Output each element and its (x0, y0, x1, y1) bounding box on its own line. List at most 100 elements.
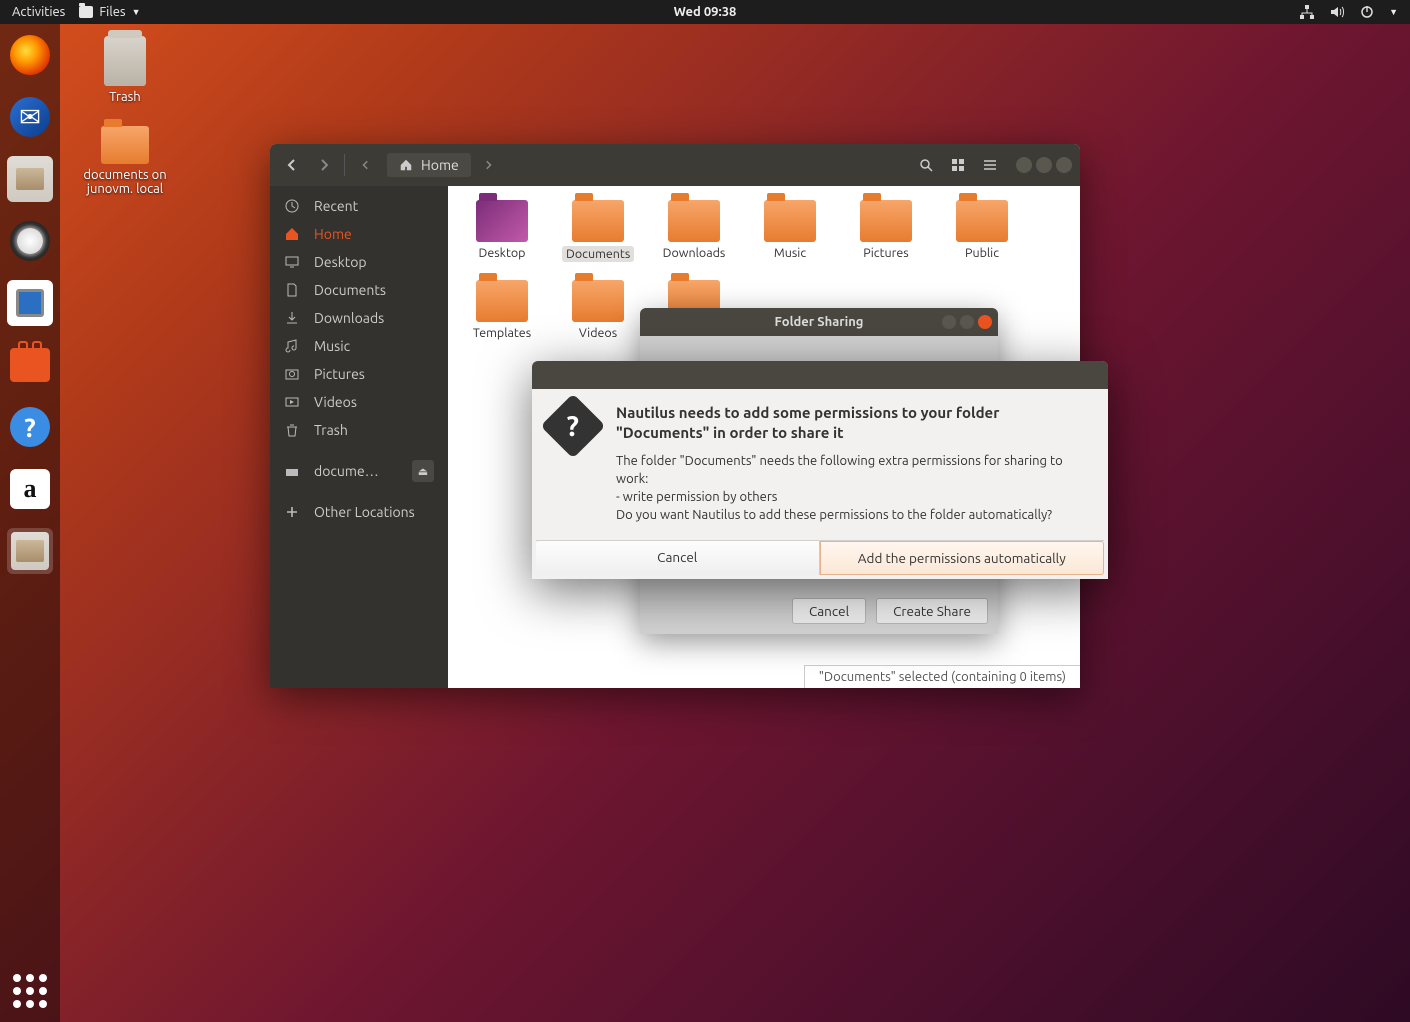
window-maximize-button[interactable] (960, 315, 974, 329)
path-bar-root-button[interactable] (351, 151, 379, 179)
power-icon[interactable] (1359, 4, 1375, 20)
firefox-launcher[interactable] (7, 32, 53, 78)
sidebar-item-other-locations[interactable]: Other Locations (270, 498, 448, 526)
rhythmbox-launcher[interactable] (7, 218, 53, 264)
libreoffice-writer-launcher[interactable] (7, 280, 53, 326)
sidebar-item-desktop[interactable]: Desktop (270, 248, 448, 276)
sidebar-item-videos[interactable]: Videos (270, 388, 448, 416)
folder-icon (956, 200, 1008, 242)
permissions-dialog-heading: Nautilus needs to add some permissions t… (616, 403, 1090, 444)
document-icon (16, 289, 44, 317)
folder-icon (79, 6, 93, 18)
search-button[interactable] (912, 151, 940, 179)
hamburger-menu-button[interactable] (976, 151, 1004, 179)
sidebar-item-documents[interactable]: Documents (270, 276, 448, 304)
help-launcher[interactable]: ? (7, 404, 53, 450)
folder-desktop[interactable]: Desktop (466, 200, 538, 262)
breadcrumb-label: Home (421, 157, 459, 173)
separator (344, 154, 345, 176)
window-maximize-button[interactable] (1036, 157, 1052, 173)
chevron-down-icon: ▼ (132, 7, 141, 17)
folder-icon (572, 280, 624, 322)
sidebar-item-downloads[interactable]: Downloads (270, 304, 448, 332)
add-permissions-button[interactable]: Add the permissions automatically (820, 541, 1105, 575)
permissions-dialog-body: The folder "Documents" needs the followi… (616, 452, 1090, 525)
shared-folder-icon (101, 126, 149, 164)
sidebar-item-label: Recent (314, 198, 358, 214)
folder-sharing-title: Folder Sharing (775, 315, 864, 329)
sidebar-item-network-mount[interactable]: docume… ⏏ (270, 454, 448, 488)
desktop-trash-label: Trash (80, 90, 170, 104)
eject-icon[interactable]: ⏏ (412, 460, 434, 482)
folder-icon (764, 200, 816, 242)
folder-documents[interactable]: Documents (562, 200, 634, 262)
amazon-launcher[interactable]: a (7, 466, 53, 512)
window-minimize-button[interactable] (1016, 157, 1032, 173)
window-close-button[interactable] (978, 315, 992, 329)
top-panel: Activities Files ▼ Wed 09:38 ▼ (0, 0, 1410, 24)
desktop-network-share[interactable]: documents on junovm. local (80, 126, 170, 196)
window-close-button[interactable] (1056, 157, 1072, 173)
folder-videos[interactable]: Videos (562, 280, 634, 340)
folder-public[interactable]: Public (946, 200, 1018, 262)
activities-button[interactable]: Activities (12, 5, 65, 19)
permissions-dialog: ? Nautilus needs to add some permissions… (532, 361, 1108, 579)
folder-label: Videos (562, 326, 634, 340)
files-launcher[interactable] (7, 156, 53, 202)
files-window-launcher[interactable] (7, 528, 53, 574)
system-menu-chevron-icon[interactable]: ▼ (1389, 7, 1398, 17)
folder-music[interactable]: Music (754, 200, 826, 262)
sidebar-item-trash[interactable]: Trash (270, 416, 448, 444)
desktop-network-share-label: documents on junovm. local (80, 168, 170, 196)
show-applications-button[interactable] (13, 974, 47, 1008)
thunderbird-launcher[interactable]: ✉ (7, 94, 53, 140)
sidebar-item-pictures[interactable]: Pictures (270, 360, 448, 388)
disc-icon (10, 221, 50, 261)
folder-icon (572, 200, 624, 242)
sidebar-item-home[interactable]: Home (270, 220, 448, 248)
folder-icon (860, 200, 912, 242)
sidebar-item-label: docume… (314, 463, 379, 479)
sidebar-item-music[interactable]: Music (270, 332, 448, 360)
files-headerbar: Home (270, 144, 1080, 186)
sidebar-item-label: Pictures (314, 366, 365, 382)
breadcrumb-home[interactable]: Home (387, 153, 471, 177)
create-share-button[interactable]: Create Share (876, 598, 988, 624)
sidebar-item-label: Home (314, 226, 352, 242)
nav-forward-button[interactable] (310, 151, 338, 179)
folder-pictures[interactable]: Pictures (850, 200, 922, 262)
trash-icon (104, 36, 146, 86)
sidebar-item-label: Videos (314, 394, 357, 410)
folder-label: Documents (562, 246, 634, 262)
sidebar-item-label: Music (314, 338, 350, 354)
nav-back-button[interactable] (278, 151, 306, 179)
folder-label: Music (754, 246, 826, 260)
sidebar-item-label: Desktop (314, 254, 367, 270)
cancel-button[interactable]: Cancel (792, 598, 866, 624)
folder-label: Templates (466, 326, 538, 340)
folder-icon (476, 280, 528, 322)
folder-sharing-footer: Cancel Create Share (640, 588, 998, 634)
cancel-button[interactable]: Cancel (536, 541, 820, 575)
folder-downloads[interactable]: Downloads (658, 200, 730, 262)
dock: ✉ ? a (0, 24, 60, 1022)
path-bar-next-button[interactable] (475, 151, 503, 179)
help-icon: ? (10, 407, 50, 447)
thunderbird-icon: ✉ (10, 97, 50, 137)
files-app-menu-label: Files (99, 5, 125, 19)
question-icon: ? (550, 403, 598, 524)
files-app-menu[interactable]: Files ▼ (79, 5, 140, 19)
permissions-dialog-header (532, 361, 1108, 389)
files-sidebar: Recent Home Desktop Documents Downloads … (270, 186, 448, 688)
clock[interactable]: Wed 09:38 (674, 5, 737, 19)
desktop-trash[interactable]: Trash (80, 36, 170, 104)
folder-label: Downloads (658, 246, 730, 260)
window-minimize-button[interactable] (942, 315, 956, 329)
network-icon[interactable] (1299, 4, 1315, 20)
view-toggle-button[interactable] (944, 151, 972, 179)
ubuntu-software-launcher[interactable] (7, 342, 53, 388)
drawer-icon (16, 540, 44, 562)
volume-icon[interactable] (1329, 4, 1345, 20)
sidebar-item-recent[interactable]: Recent (270, 192, 448, 220)
folder-templates[interactable]: Templates (466, 280, 538, 340)
